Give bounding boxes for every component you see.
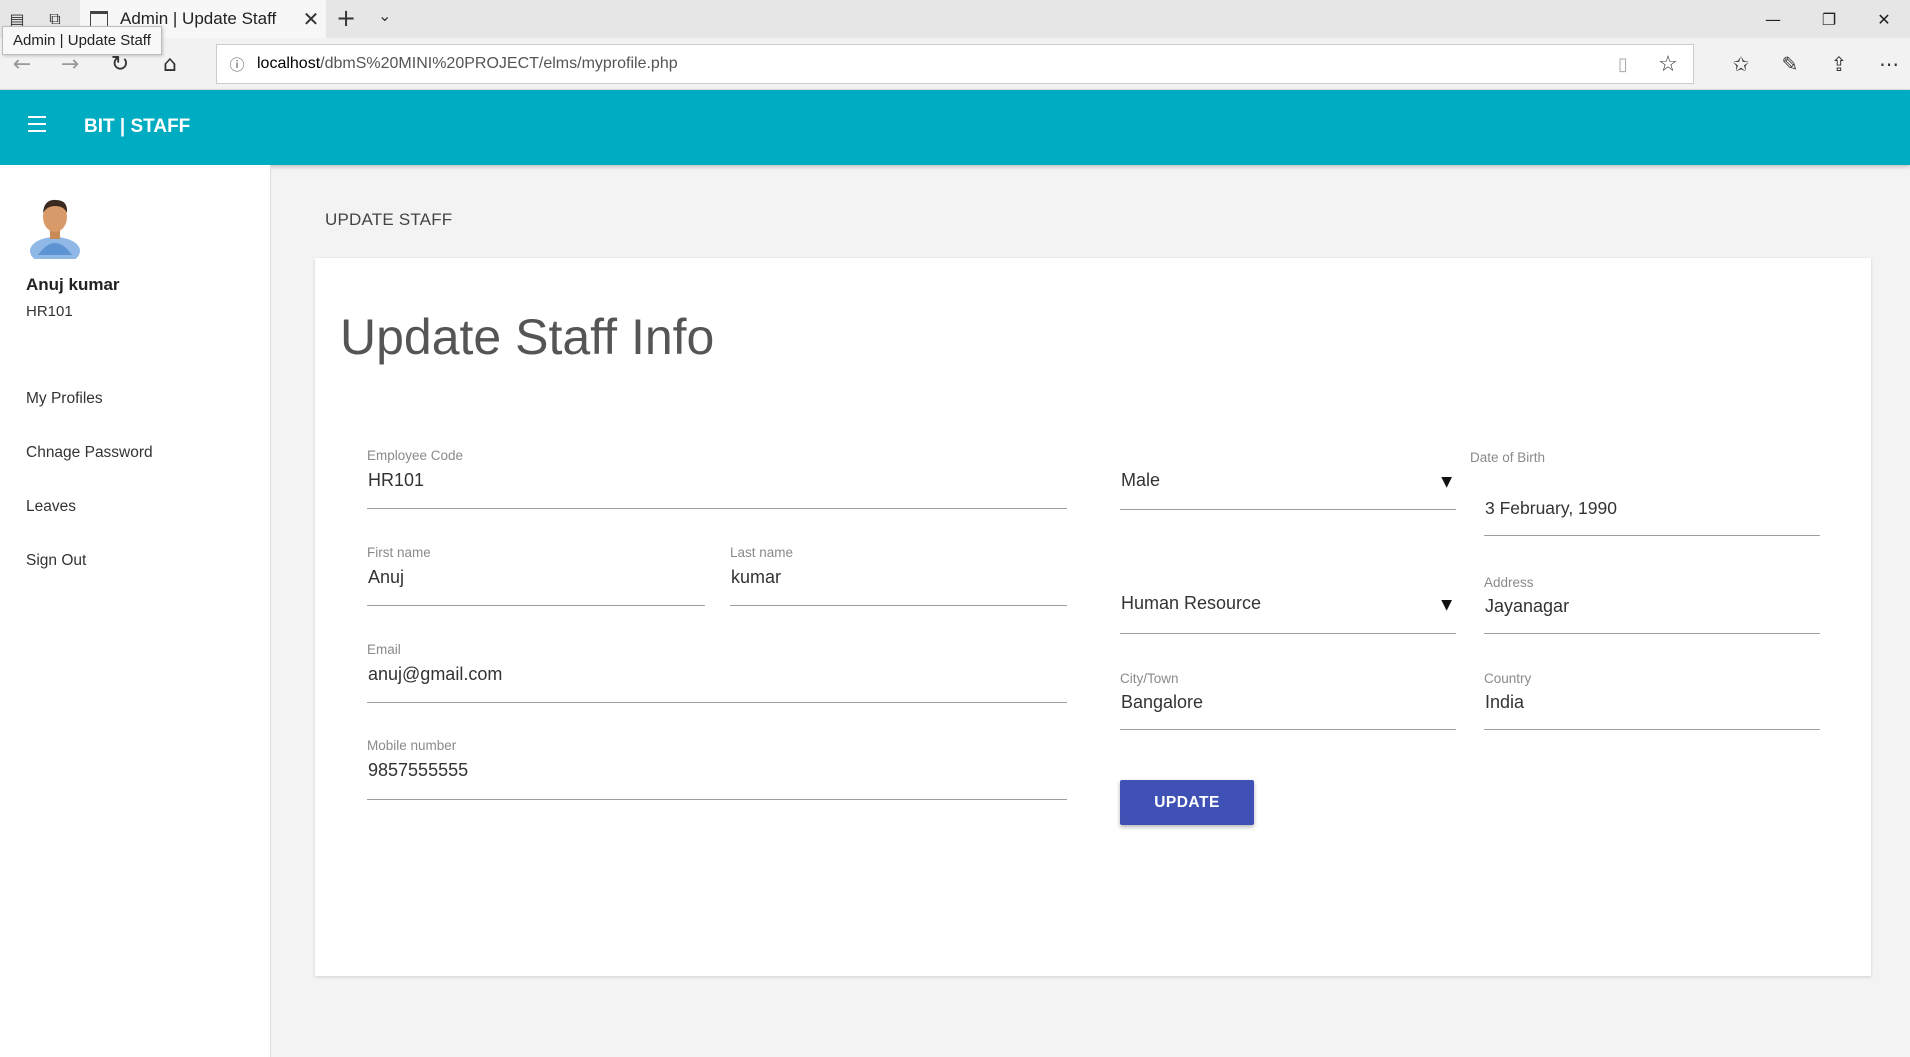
sidebar: Anuj kumar HR101 My Profiles Chnage Pass… [0,165,271,1057]
page-heading: UPDATE STAFF [325,210,453,229]
url-host: localhost [257,55,321,72]
first-name-value: Anuj [368,567,405,587]
gender-value: Male [1121,470,1161,490]
employee-code-field[interactable]: Employee Code HR101 [367,448,1067,509]
email-label: Email [367,642,401,657]
email-value: anuj@gmail.com [368,664,503,684]
email-field[interactable]: Email anuj@gmail.com [367,642,1067,703]
share-icon[interactable]: ⇪ [1824,50,1854,78]
gender-select[interactable]: Male ▼ [1120,470,1456,510]
favorites-icon[interactable]: ✩ [1726,50,1756,78]
url-text[interactable]: localhost/dbmS%20MINI%20PROJECT/elms/myp… [257,55,1603,73]
close-tab-icon[interactable]: ✕ [296,7,326,31]
address-bar[interactable]: ⓘ localhost/dbmS%20MINI%20PROJECT/elms/m… [216,44,1694,84]
sidebar-menu: My Profiles Chnage Password Leaves Sign … [26,390,153,606]
country-label: Country [1484,671,1532,686]
close-window-icon[interactable]: ✕ [1856,0,1910,38]
address-field[interactable]: Address Jayanagar [1484,575,1820,634]
browser-tab-bar: ▤ ⧉ Admin | Update Staff ✕ + ⌄ — ❐ ✕ [0,0,1910,38]
hamburger-menu-icon[interactable] [28,116,46,132]
tab-tooltip: Admin | Update Staff [2,26,162,55]
first-name-field[interactable]: First name Anuj [367,545,705,606]
city-field[interactable]: City/Town Bangalore [1120,671,1456,730]
last-name-value: kumar [731,567,782,587]
chevron-down-icon[interactable]: ⌄ [378,6,391,25]
update-button[interactable]: UPDATE [1120,780,1254,825]
user-name: Anuj kumar [26,275,120,294]
user-code: HR101 [26,303,73,320]
pen-icon[interactable]: ✎ [1775,50,1805,78]
last-name-label: Last name [730,545,794,560]
avatar [30,199,80,259]
new-tab-icon[interactable]: + [336,4,356,32]
mobile-number-label: Mobile number [367,738,457,753]
country-value: India [1485,692,1525,712]
department-value: Human Resource [1121,593,1262,613]
dob-input[interactable]: 3 February, 1990 [1484,498,1820,536]
employee-code-label: Employee Code [367,448,464,463]
mobile-number-field[interactable]: Mobile number 9857555555 [367,738,1067,800]
mobile-number-value: 9857555555 [368,760,469,780]
site-info-icon[interactable]: ⓘ [217,54,257,75]
dob-value: 3 February, 1990 [1485,498,1617,518]
restore-icon[interactable]: ❐ [1801,0,1857,38]
employee-code-value: HR101 [368,470,425,490]
dropdown-arrow-icon: ▼ [1441,474,1452,490]
more-icon[interactable]: ⋯ [1874,50,1904,78]
last-name-field[interactable]: Last name kumar [730,545,1067,606]
minimize-icon[interactable]: — [1745,0,1801,38]
city-value: Bangalore [1121,692,1204,712]
reading-view-icon[interactable]: ▯ [1603,54,1643,75]
update-staff-card: Update Staff Info Employee Code HR101 Fi… [315,258,1871,976]
address-label: Address [1484,575,1534,590]
page-icon [90,11,108,27]
department-select[interactable]: Human Resource ▼ [1120,593,1456,634]
dob-field[interactable]: Date of Birth 3 February, 1990 [1470,450,1820,536]
first-name-label: First name [367,545,431,560]
brand-title[interactable]: BIT | STAFF [84,116,190,138]
dropdown-arrow-icon: ▼ [1441,597,1452,613]
sidebar-item-my-profiles[interactable]: My Profiles [26,390,153,444]
dob-label: Date of Birth [1470,450,1546,465]
favorite-star-icon[interactable]: ☆ [1643,52,1693,77]
country-field[interactable]: Country India [1484,671,1820,730]
address-value: Jayanagar [1485,596,1570,616]
card-title: Update Staff Info [340,309,715,365]
address-bar-row: ← → ↻ ⌂ ⓘ localhost/dbmS%20MINI%20PROJEC… [0,38,1910,90]
city-label: City/Town [1120,671,1179,686]
sidebar-item-change-password[interactable]: Chnage Password [26,444,153,498]
sidebar-item-sign-out[interactable]: Sign Out [26,552,153,606]
url-path: /dbmS%20MINI%20PROJECT/elms/myprofile.ph… [320,55,678,72]
app-header: BIT | STAFF [0,90,1910,165]
sidebar-item-leaves[interactable]: Leaves [26,498,153,552]
